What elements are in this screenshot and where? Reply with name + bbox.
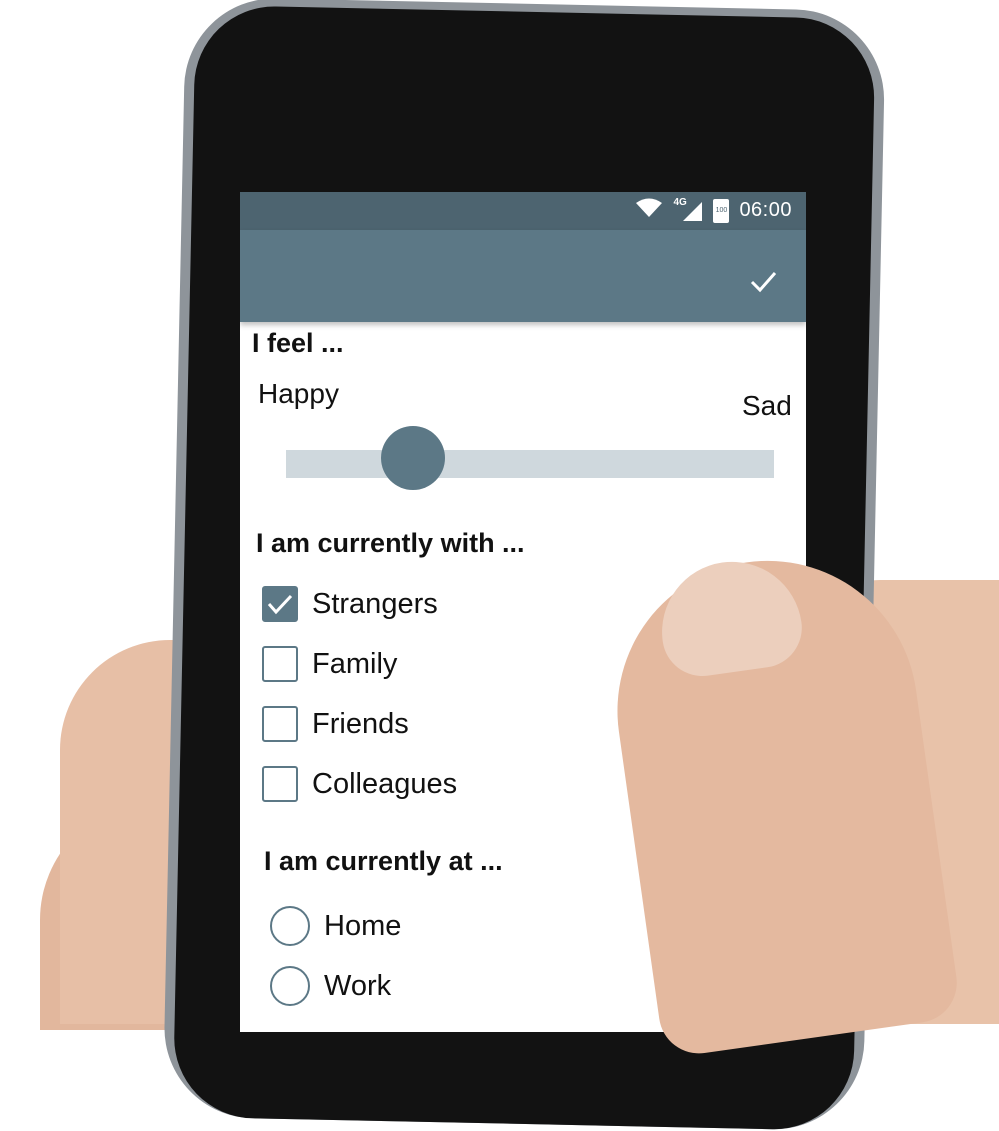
checkbox-label: Colleagues <box>312 767 458 800</box>
checkbox-box[interactable] <box>262 766 298 802</box>
checkbox-label: Friends <box>312 707 409 740</box>
wifi-icon <box>635 198 663 223</box>
checkbox-box[interactable] <box>262 646 298 682</box>
slider-min-label: Happy <box>258 378 339 409</box>
slider-max-label: Sad <box>742 390 792 421</box>
radio-label: Home <box>324 909 402 942</box>
mood-slider-track[interactable] <box>286 450 774 478</box>
checkbox-friends[interactable]: Friends <box>262 706 409 742</box>
checkbox-box[interactable] <box>262 706 298 742</box>
checkbox-label: Family <box>312 647 398 680</box>
confirm-button[interactable] <box>746 264 780 298</box>
radio-circle[interactable] <box>270 966 310 1006</box>
radio-circle[interactable] <box>270 906 310 946</box>
check-icon <box>267 594 293 615</box>
checkbox-strangers[interactable]: Strangers <box>262 586 438 622</box>
status-bar: 4G 100 06:00 <box>240 192 806 230</box>
checkbox-family[interactable]: Family <box>262 646 397 682</box>
radio-work[interactable]: Work <box>270 966 391 1006</box>
signal-icon: 4G <box>673 197 703 222</box>
app-bar <box>240 230 806 322</box>
checkbox-colleagues[interactable]: Colleagues <box>262 766 457 802</box>
mood-slider-thumb[interactable] <box>380 426 445 490</box>
radio-label: Work <box>324 969 392 1002</box>
checkbox-label: Strangers <box>312 587 438 620</box>
status-time: 06:00 <box>739 199 792 221</box>
check-icon <box>750 272 777 293</box>
battery-icon: 100 <box>713 198 730 223</box>
with-question: I am currently with ... <box>256 528 525 558</box>
checkbox-box[interactable] <box>262 586 298 622</box>
radio-home[interactable]: Home <box>270 906 401 946</box>
feel-question: I feel ... <box>252 328 344 358</box>
at-question: I am currently at ... <box>264 846 503 876</box>
battery-level: 100 <box>715 206 728 214</box>
